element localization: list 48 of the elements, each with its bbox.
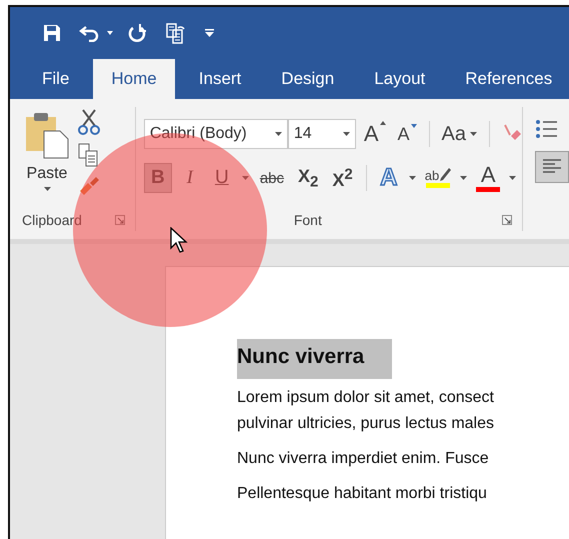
undo-icon[interactable] [79,24,101,42]
dialog-launcher-icon[interactable] [502,215,512,225]
customize-caret-icon[interactable] [205,29,214,37]
strikethrough-button[interactable]: abc [254,163,290,193]
align-left-button[interactable] [535,151,569,183]
change-case-button[interactable]: Aa [438,122,481,146]
save-icon[interactable] [43,24,61,42]
document-heading: Nunc viverra [237,339,392,379]
align-left-icon [543,159,561,175]
ribbon-tab[interactable]: File [22,59,90,99]
group-label: Font [294,212,322,228]
grow-font-button[interactable]: A [360,121,390,147]
group-label: Clipboard [22,212,82,228]
script-button[interactable]: X$^{2}$ [327,163,358,193]
highlight-button[interactable]: ab [422,163,454,193]
caret-down-icon [410,124,417,128]
paintbrush-icon[interactable] [78,175,100,195]
caret-icon[interactable] [509,176,516,180]
ribbon-tab[interactable]: Layout [354,59,446,99]
redo-icon[interactable] [127,23,147,43]
caret-icon [274,132,282,136]
ribbon-tab[interactable]: References [445,59,569,99]
clipboard-icon [24,111,70,159]
script-button[interactable]: X$_{2}$ [293,163,324,193]
caret-up-icon [380,121,386,125]
bullet-list-icon[interactable] [535,119,557,139]
body-text-line: Pellentesque habitant morbi tristiqu [237,484,488,504]
paste-button[interactable]: Paste [22,107,72,209]
caret-icon[interactable] [460,176,468,180]
scissors-icon[interactable] [78,109,100,135]
body-text-line: Lorem ipsum dolor sit amet, consect [237,388,495,408]
body-text-line: pulvinar ultricies, purus lectus males [237,414,495,434]
document-copy-icon[interactable] [165,22,187,44]
caret-icon [470,132,477,136]
caret-icon[interactable] [107,31,113,35]
caret-icon [342,132,350,136]
font-size-dropdown[interactable]: 14 [288,119,356,149]
ribbon-tab[interactable]: Design [261,59,354,99]
ribbon-tab[interactable]: Home [93,59,175,99]
shrink-font-button[interactable]: A [394,124,421,144]
caret-icon [44,187,50,191]
caret-icon[interactable] [408,176,416,180]
font-color-button[interactable]: A [473,163,504,193]
body-text-line: Nunc viverra imperdiet enim. Fusce [237,449,490,469]
font-name-dropdown[interactable]: Calibri (Body) [144,119,288,149]
copy-icon[interactable] [78,143,100,167]
ribbon-tab[interactable]: Insert [178,59,262,99]
marker-icon [439,168,452,182]
